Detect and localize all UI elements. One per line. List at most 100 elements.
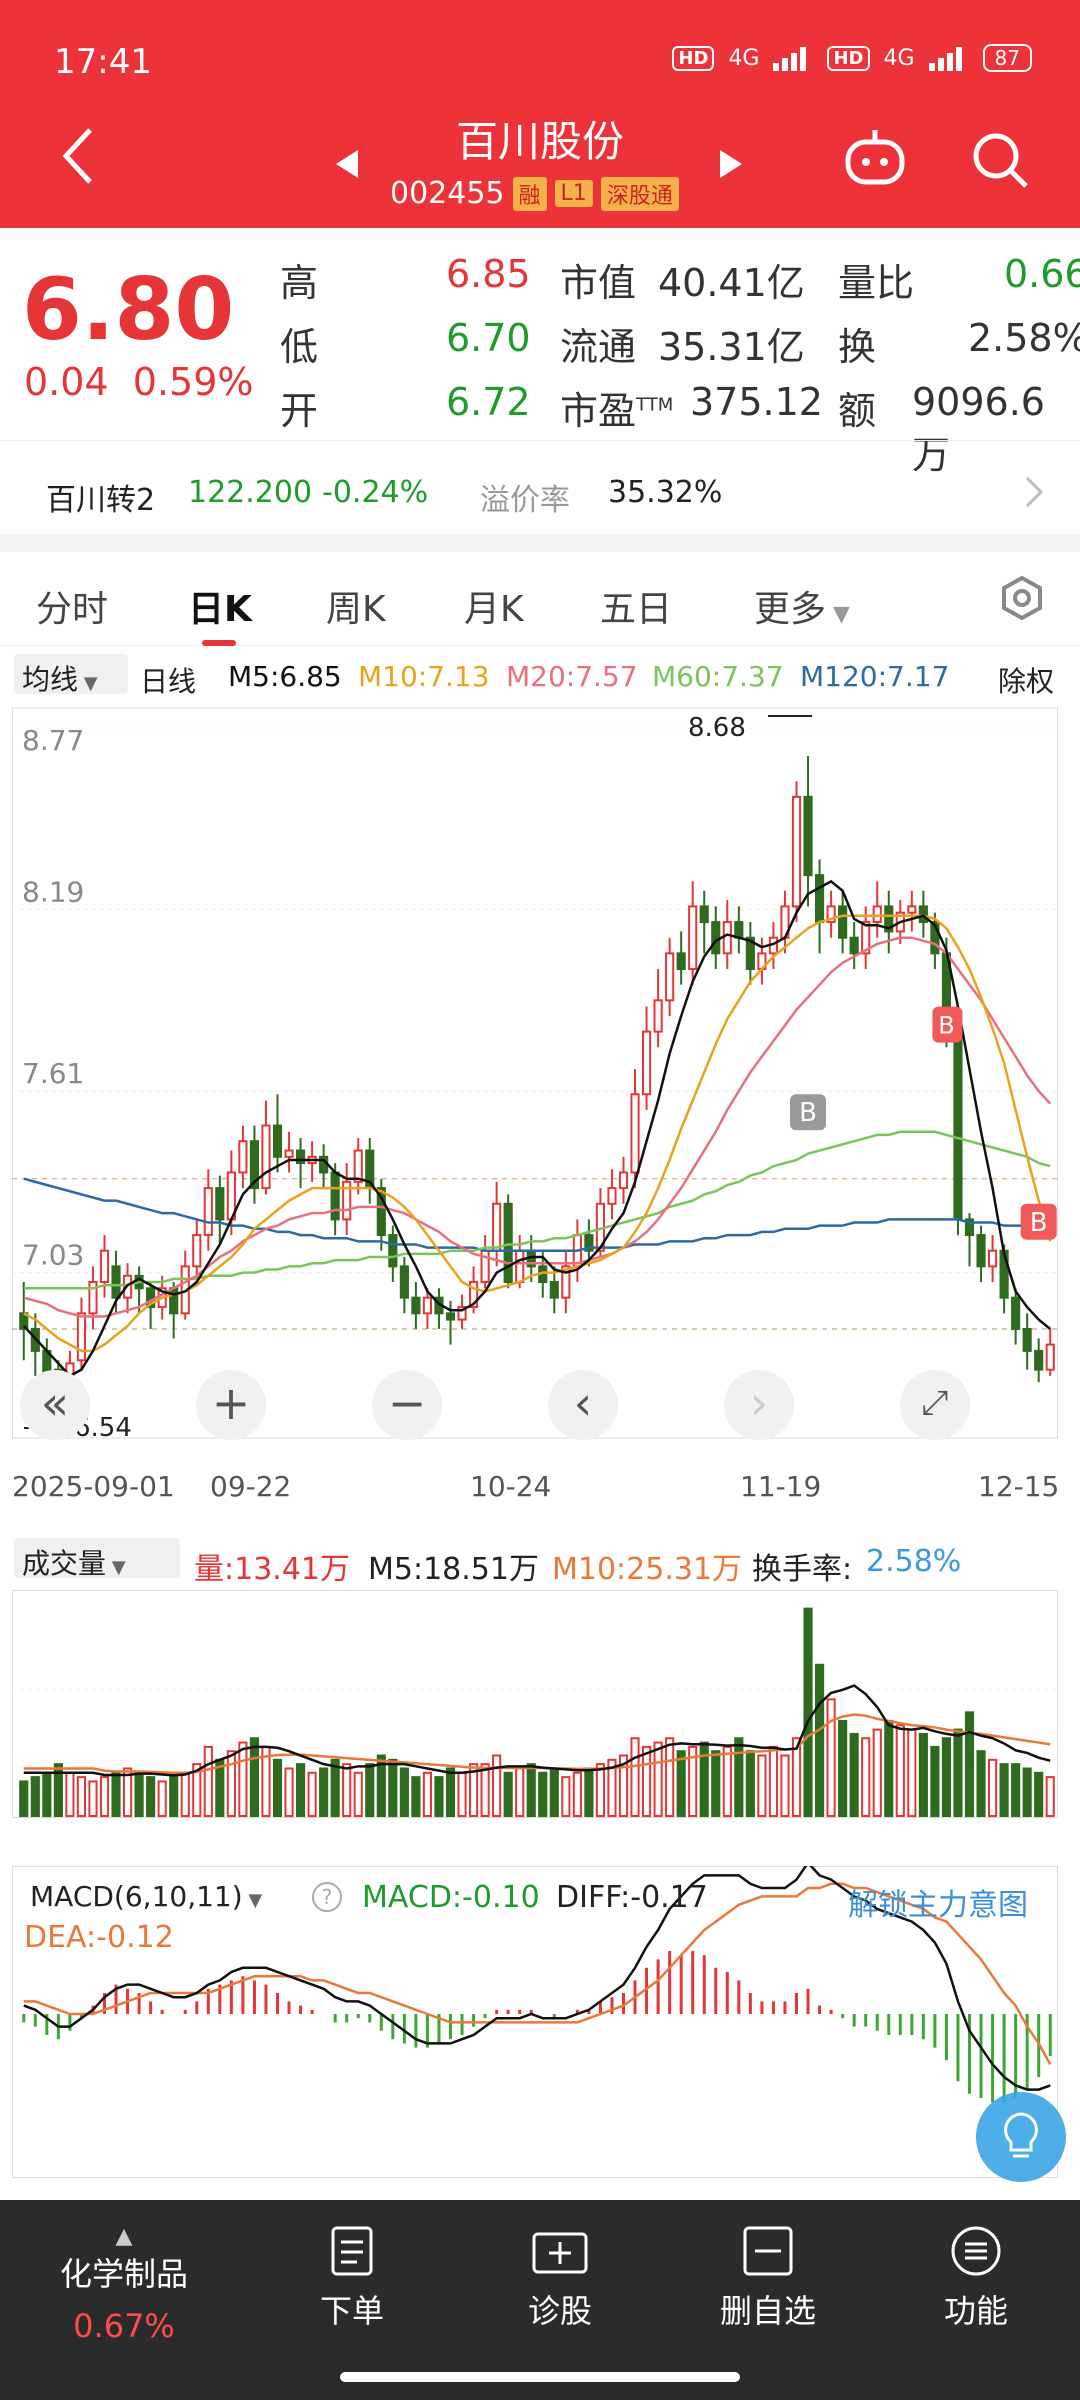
zoom-out-button[interactable]: − <box>372 1370 442 1440</box>
quote-panel: 6.80 0.04 0.59% 高 6.85 低 6.70 开 6.72 市值 … <box>0 228 1080 477</box>
ma5-label: M5:6.85 <box>228 660 342 693</box>
ma-selector[interactable]: 均线 ▼ <box>14 654 128 696</box>
volume-bar-up <box>641 1745 652 1818</box>
diagnose-label: 诊股 <box>527 2292 592 2330</box>
volume-bar-up <box>457 1771 467 1818</box>
volume-bar-down <box>295 1763 306 1818</box>
volume-bar-up <box>595 1763 606 1818</box>
scroll-left-button[interactable]: ‹ <box>548 1370 618 1440</box>
next-stock-icon[interactable] <box>718 148 744 180</box>
volume-bar-down <box>434 1776 444 1817</box>
volume-bar-up <box>757 1754 767 1818</box>
ma-selector-label: 均线 <box>22 663 79 696</box>
macd-selector[interactable]: MACD(6,10,11) ▼ <box>22 1876 300 1916</box>
tag-l1: L1 <box>554 180 593 207</box>
candle-down <box>711 921 721 955</box>
volume-value: 量:13.41万 <box>194 1552 350 1587</box>
volume-bar-up <box>515 1767 525 1817</box>
candle-up <box>192 1234 202 1268</box>
settings-hex-icon[interactable] <box>998 574 1046 622</box>
turnover-label: 换 <box>838 325 877 369</box>
fullscreen-button[interactable]: ⤢ <box>900 1370 970 1440</box>
help-icon[interactable]: ? <box>310 1880 344 1914</box>
sector-button[interactable]: ▲ 化学制品 0.67% <box>24 2224 224 2345</box>
candle-down <box>411 1296 421 1315</box>
remove-watchlist-button[interactable]: 删自选 <box>668 2224 868 2332</box>
caret-up-icon: ▲ <box>115 2224 133 2249</box>
remove-label: 删自选 <box>719 2292 816 2330</box>
tab-weekly[interactable]: 周K <box>326 580 386 632</box>
candle-down <box>1011 1296 1021 1330</box>
home-indicator[interactable] <box>340 2372 740 2382</box>
zoom-in-button[interactable]: + <box>196 1370 266 1440</box>
volume-bar-down <box>849 1732 859 1817</box>
candle-up <box>203 1187 213 1237</box>
volume-bar-up <box>1045 1776 1055 1817</box>
order-icon <box>331 2226 373 2276</box>
function-button[interactable]: 功能 <box>876 2224 1076 2332</box>
dea-value: DEA:-0.12 <box>24 1920 174 1955</box>
mcap-label: 市值 <box>560 261 637 305</box>
ma20-label: M20:7.57 <box>506 660 638 693</box>
bond-name: 百川转2 <box>46 483 156 518</box>
status-time: 17:41 <box>54 42 152 82</box>
volume-bar-up <box>665 1737 675 1818</box>
volume-bar-up <box>780 1754 790 1818</box>
candle-down <box>838 905 848 939</box>
candle-down <box>169 1287 179 1315</box>
scroll-right-button[interactable]: › <box>724 1370 794 1440</box>
tab-five-day[interactable]: 五日 <box>600 580 672 632</box>
macd-selector-label: MACD(6,10,11) <box>30 1880 243 1913</box>
hd-icon-2: HD <box>827 45 870 71</box>
diagnose-button[interactable]: 诊股 <box>460 2224 660 2332</box>
stock-code: 002455 <box>390 176 505 211</box>
tab-more[interactable]: 更多 ▼ <box>754 580 850 632</box>
premium-label: 溢价率 <box>480 483 570 518</box>
order-button[interactable]: 下单 <box>252 2224 452 2332</box>
volume-bar-up <box>561 1776 571 1817</box>
buy-badge-label: B <box>1030 1208 1048 1238</box>
volume-chart[interactable] <box>12 1590 1058 1818</box>
volume-bar-down <box>538 1771 548 1818</box>
x-axis-label: 2025-09-01 <box>12 1470 175 1503</box>
search-icon[interactable] <box>970 130 1030 190</box>
macd-legend: MACD(6,10,11) ▼ ? MACD:-0.10 DIFF:-0.17 … <box>0 1876 1080 1960</box>
candle-up <box>76 1312 87 1362</box>
tab-more-label: 更多 <box>754 589 827 630</box>
collapse-left-button[interactable]: « <box>20 1370 90 1440</box>
candle-up <box>99 1249 110 1284</box>
bond-price: 122.200 <box>188 475 313 510</box>
status-icons: HD 4G HD 4G 87 <box>672 44 1032 72</box>
x-axis-label: 12-15 <box>978 1470 1060 1503</box>
candle-up <box>1045 1343 1055 1371</box>
candle-up <box>284 1149 294 1158</box>
unlock-link[interactable]: 解锁主力意图 <box>848 1880 1028 1924</box>
turnover-rate-label: 换手率: <box>752 1552 853 1587</box>
volratio-value: 0.66 <box>1004 252 1080 296</box>
candlestick-chart[interactable]: 8.778.197.617.036.558.686.54BBB <box>12 700 1058 1440</box>
dropdown-icon: ▼ <box>78 673 98 694</box>
float-value: 35.31亿 <box>658 325 805 369</box>
volume-bar-down <box>503 1771 513 1818</box>
dropdown-icon: ▼ <box>826 602 850 627</box>
lightbulb-button[interactable] <box>976 2092 1066 2182</box>
stock-name: 百川股份 <box>455 117 624 166</box>
ma60-line <box>23 1130 1051 1290</box>
diagnose-icon <box>532 2232 588 2274</box>
tab-monthly[interactable]: 月K <box>464 580 524 632</box>
candle-down <box>388 1234 398 1268</box>
tag-margin: 融 <box>512 176 547 211</box>
volume-bar-down <box>30 1776 40 1817</box>
tab-intraday[interactable]: 分时 <box>36 580 108 632</box>
candle-up <box>492 1202 502 1252</box>
convertible-bond-row[interactable]: 百川转2 122.200 -0.24% 溢价率 35.32% <box>0 440 1080 530</box>
candle-up <box>665 952 675 1002</box>
candle-up <box>987 1249 998 1268</box>
adjust-label[interactable]: 除权 <box>998 660 1054 700</box>
x-axis-label: 09-22 <box>210 1470 292 1503</box>
candle-up <box>688 905 698 971</box>
tab-daily[interactable]: 日K <box>188 580 252 632</box>
volume-bar-down <box>676 1750 686 1817</box>
volume-selector[interactable]: 成交量 ▼ <box>14 1538 180 1580</box>
robot-assistant-icon[interactable] <box>842 128 908 188</box>
